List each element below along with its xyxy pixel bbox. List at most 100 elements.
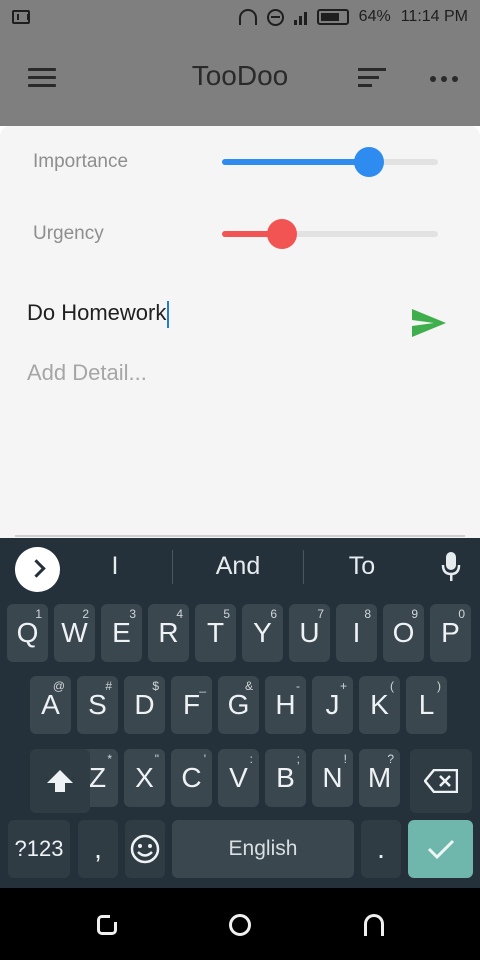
key-hint: 8 <box>364 607 371 621</box>
add-task-sheet: Importance Urgency Do Homework Add Detai… <box>0 126 480 538</box>
do-not-disturb-icon <box>266 8 284 26</box>
enter-key[interactable] <box>408 820 473 878</box>
key-label: I <box>352 617 361 648</box>
period-key[interactable]: . <box>361 820 401 878</box>
key-y[interactable]: Y6 <box>242 604 283 662</box>
suggestion-1[interactable]: I <box>65 552 165 581</box>
key-v[interactable]: V: <box>218 749 259 807</box>
key-f[interactable]: F _ <box>171 676 212 734</box>
key-j[interactable]: J + <box>312 676 353 734</box>
key-hint: @ <box>52 679 65 693</box>
key-e[interactable]: E3 <box>101 604 142 662</box>
importance-fill <box>222 159 369 165</box>
key-label: E <box>112 617 131 648</box>
home-icon[interactable] <box>229 914 251 936</box>
key-hint: # <box>105 679 112 693</box>
more-options-icon[interactable] <box>430 76 458 82</box>
key-c[interactable]: C ' <box>171 749 212 807</box>
key-q[interactable]: Q1 <box>7 604 48 662</box>
key-hint: $ <box>152 679 159 693</box>
status-bar: 64% 11:14 PM <box>0 0 480 36</box>
suggestion-bar: I And To <box>0 538 480 600</box>
signal-icon <box>293 9 307 25</box>
key-h[interactable]: H- <box>265 676 306 734</box>
key-g[interactable]: G & <box>218 676 259 734</box>
key-i[interactable]: I8 <box>336 604 377 662</box>
key-d[interactable]: D $ <box>124 676 165 734</box>
key-l[interactable]: L) <box>406 676 447 734</box>
symbols-key[interactable]: ?123 <box>8 820 70 878</box>
key-hint: 4 <box>176 607 183 621</box>
key-hint: ? <box>387 752 394 766</box>
text-cursor <box>167 300 170 328</box>
urgency-slider[interactable] <box>222 219 438 249</box>
comma-key[interactable]: , <box>78 820 118 878</box>
key-label: L <box>418 689 435 720</box>
key-label: Z <box>88 762 107 793</box>
clock: 11:14 PM <box>400 8 468 25</box>
task-title-input[interactable]: Do Homework <box>27 300 387 328</box>
key-label: S <box>88 689 107 720</box>
app-title: TooDoo <box>191 60 289 91</box>
battery-icon <box>316 9 349 25</box>
back-icon[interactable] <box>364 914 384 936</box>
key-label: M <box>367 762 392 793</box>
key-label: D <box>134 689 155 720</box>
key-hint: : <box>249 752 253 766</box>
key-r[interactable]: R4 <box>148 604 189 662</box>
send-icon[interactable] <box>412 309 446 337</box>
mic-icon[interactable] <box>441 552 461 582</box>
headset-icon <box>238 9 257 25</box>
key-hint: 2 <box>82 607 89 621</box>
key-o[interactable]: O9 <box>383 604 424 662</box>
sort-icon[interactable] <box>358 68 386 88</box>
key-label: C <box>181 762 202 793</box>
key-p[interactable]: P0 <box>430 604 471 662</box>
key-u[interactable]: U7 <box>289 604 330 662</box>
key-k[interactable]: K( <box>359 676 400 734</box>
key-label: P <box>441 617 460 648</box>
suggestion-2[interactable]: And <box>188 552 288 581</box>
key-n[interactable]: N! <box>312 749 353 807</box>
keyboard: I And To Q1W2E3R4T5Y6U7I8O9P0 A @ S # D $ F _ G &… <box>0 538 480 888</box>
importance-slider[interactable] <box>222 147 438 177</box>
expand-toolbar-button[interactable] <box>15 547 60 592</box>
space-key[interactable]: English <box>172 820 354 878</box>
key-label: W <box>61 617 88 648</box>
task-detail-input[interactable]: Add Detail... <box>27 360 147 386</box>
task-title-text: Do Homework <box>27 300 167 325</box>
key-label: R <box>158 617 179 648</box>
key-hint: 6 <box>270 607 277 621</box>
key-b[interactable]: B; <box>265 749 306 807</box>
key-hint: ! <box>343 752 347 766</box>
urgency-label: Urgency <box>33 223 104 244</box>
notification-icon <box>12 10 30 24</box>
key-label: G <box>227 689 250 720</box>
key-t[interactable]: T5 <box>195 604 236 662</box>
importance-thumb[interactable] <box>353 147 384 177</box>
key-hint: - <box>296 679 300 693</box>
key-label: N <box>322 762 343 793</box>
key-s[interactable]: S # <box>77 676 118 734</box>
suggestion-divider <box>303 550 304 584</box>
suggestion-3[interactable]: To <box>312 552 412 581</box>
recent-apps-icon[interactable] <box>97 914 118 935</box>
key-label: B <box>276 762 295 793</box>
key-w[interactable]: W2 <box>54 604 95 662</box>
key-a[interactable]: A @ <box>30 676 71 734</box>
key-label: Q <box>16 617 39 648</box>
key-hint: _ <box>199 679 206 693</box>
key-label: V <box>229 762 248 793</box>
shift-icon <box>47 770 73 792</box>
key-label: A <box>41 689 60 720</box>
key-x[interactable]: X " <box>124 749 165 807</box>
backspace-key[interactable] <box>410 749 472 813</box>
emoji-key[interactable] <box>125 820 165 878</box>
key-label: T <box>206 617 225 648</box>
emoji-icon <box>130 834 160 864</box>
key-hint: 1 <box>35 607 42 621</box>
urgency-thumb[interactable] <box>267 219 298 249</box>
key-m[interactable]: M? <box>359 749 400 807</box>
shift-key[interactable] <box>30 749 90 813</box>
key-label: O <box>392 617 415 648</box>
